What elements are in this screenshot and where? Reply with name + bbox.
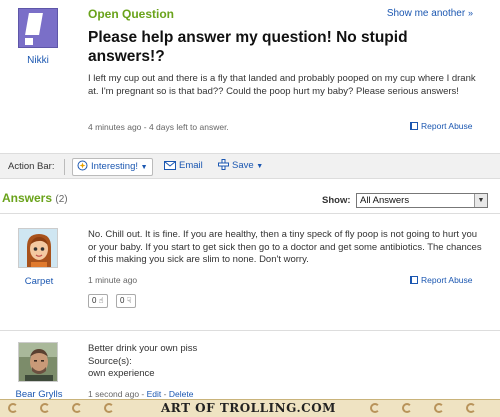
question-status: Open Question bbox=[88, 7, 175, 21]
report-abuse-link[interactable]: Report Abuse bbox=[410, 275, 473, 285]
envelope-icon bbox=[164, 161, 176, 170]
show-filter-select[interactable]: All Answers ▼ bbox=[356, 193, 488, 208]
avatar[interactable] bbox=[18, 228, 58, 268]
answer-text: Better drink your own piss bbox=[88, 343, 198, 354]
report-abuse-label: Report Abuse bbox=[421, 121, 473, 131]
action-bar-label: Action Bar: bbox=[8, 161, 55, 172]
flag-icon bbox=[410, 122, 418, 130]
separator: - bbox=[141, 389, 145, 399]
question-title: Please help answer my question! No stupi… bbox=[88, 29, 408, 65]
thumbs-down-button[interactable]: 0 ☟ bbox=[116, 294, 136, 308]
thumbs-down-count: 0 bbox=[120, 296, 125, 305]
exclamation-avatar-icon[interactable] bbox=[18, 8, 58, 48]
sparkle-icon bbox=[77, 160, 88, 171]
source-text: own experience bbox=[88, 368, 155, 379]
show-another-label: Show me another bbox=[386, 8, 466, 19]
delete-link[interactable]: Delete bbox=[169, 389, 194, 399]
chevron-right-icon: » bbox=[467, 8, 473, 18]
sources-label: Source(s): bbox=[88, 356, 132, 367]
email-button[interactable]: Email bbox=[160, 158, 207, 176]
answers-heading-label: Answers bbox=[2, 191, 53, 205]
question-meta: 4 minutes ago - 4 days left to answer. bbox=[88, 122, 229, 132]
divider bbox=[0, 213, 500, 214]
answerer-name[interactable]: Carpet bbox=[4, 276, 74, 287]
plus-icon bbox=[218, 159, 229, 170]
asker-name[interactable]: Nikki bbox=[14, 55, 62, 66]
save-label: Save bbox=[232, 160, 254, 171]
avatar[interactable] bbox=[18, 342, 58, 382]
interesting-label: Interesting! bbox=[91, 161, 138, 172]
edit-link[interactable]: Edit bbox=[147, 389, 162, 399]
interesting-button[interactable]: Interesting! ▼ bbox=[72, 158, 153, 176]
thumbs-up-icon: ☝ bbox=[98, 296, 104, 305]
question-body: I left my cup out and there is a fly tha… bbox=[88, 73, 476, 97]
question-panel: Nikki Open Question Show me another » Pl… bbox=[0, 0, 500, 153]
divider bbox=[64, 159, 65, 175]
answer-meta: 1 second ago - Edit - Delete bbox=[88, 389, 193, 399]
avatar-man-photo bbox=[19, 343, 57, 381]
thumbs-up-button[interactable]: 0 ☝ bbox=[88, 294, 108, 308]
dropdown-arrow-icon[interactable]: ▼ bbox=[474, 194, 487, 207]
answers-count: (2) bbox=[55, 194, 68, 205]
answer-time: 1 minute ago bbox=[88, 275, 138, 285]
action-bar: Action Bar: Interesting! ▼ Email Save ▼ bbox=[0, 153, 500, 179]
report-abuse-label: Report Abuse bbox=[421, 275, 473, 285]
thumbs-up-count: 0 bbox=[92, 296, 97, 305]
divider bbox=[0, 330, 500, 331]
answer-text: No. Chill out. It is fine. If you are he… bbox=[88, 229, 482, 265]
caret-down-icon: ▼ bbox=[256, 163, 264, 170]
report-abuse-link[interactable]: Report Abuse bbox=[410, 121, 473, 131]
separator: - bbox=[163, 389, 167, 399]
thumbs-down-icon: ☟ bbox=[126, 296, 132, 305]
avatar-girl-image bbox=[19, 229, 57, 267]
flag-icon bbox=[410, 276, 418, 284]
caret-down-icon: ▼ bbox=[140, 164, 148, 171]
answer-time: 1 second ago bbox=[88, 389, 140, 399]
save-button[interactable]: Save ▼ bbox=[214, 158, 267, 176]
watermark-text: ART OF TROLLING.COM bbox=[155, 401, 342, 415]
show-filter-label: Show: bbox=[322, 195, 351, 206]
show-filter-value: All Answers bbox=[360, 195, 410, 206]
email-label: Email bbox=[179, 160, 203, 171]
show-another-link[interactable]: Show me another » bbox=[387, 8, 473, 19]
answers-heading: Answers (2) bbox=[2, 191, 68, 205]
watermark-band: ART OF TROLLING.COM bbox=[0, 399, 500, 417]
